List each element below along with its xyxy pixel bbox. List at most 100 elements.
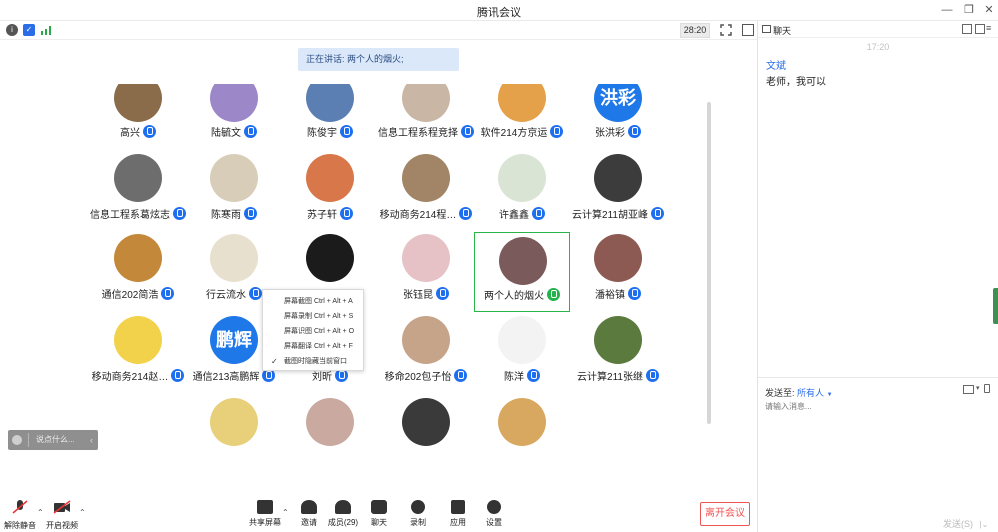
signal-icon[interactable] (41, 25, 53, 35)
participant-name: 陈寒雨 (211, 210, 241, 221)
participant-name: 陈俊宇 (307, 128, 337, 139)
apps-button[interactable]: 应用 (441, 500, 475, 530)
side-handle[interactable] (993, 288, 998, 324)
video-options-chevron-icon[interactable]: ⌃ (79, 508, 86, 517)
avatar (210, 398, 258, 446)
mic-icon (650, 207, 664, 220)
members-icon (335, 500, 351, 514)
chat-compose-area: 发送至: 所有人 ▼ ▾ 发送(S) |⌄ (758, 377, 998, 532)
participant-name-line: 云计算211胡亚峰 (550, 206, 686, 222)
avatar (210, 234, 258, 282)
avatar (210, 84, 258, 122)
mic-icon (628, 287, 641, 300)
folder-chevron-icon[interactable]: ▾ (976, 384, 980, 392)
participant-name: 陆毓文 (211, 128, 241, 139)
gear-icon (487, 500, 501, 514)
participant-name-line: 张洪彩 (550, 124, 686, 140)
avatar: 洪彩 (594, 84, 642, 122)
mic-icon (628, 125, 641, 138)
participant-name: 陈洋 (504, 372, 524, 383)
participant-tile[interactable]: 洪彩 张洪彩 (570, 84, 666, 144)
message-time: 17:20 (866, 42, 890, 52)
avatar (498, 316, 546, 364)
screen-share-icon (257, 500, 273, 514)
folder-icon[interactable] (963, 385, 974, 394)
participant-name: 苏子轩 (307, 210, 337, 221)
avatar (498, 84, 546, 122)
participant-name: 潘裕镇 (595, 290, 625, 301)
mic-icon (532, 207, 545, 220)
status-bar: i ✓ 28:20 (0, 21, 757, 40)
participant-name: 两个人的烟火 (484, 291, 544, 302)
title-bar: 腾讯会议 — ❐ ✕ (0, 0, 998, 21)
invite-button[interactable]: 邀请 (292, 500, 326, 530)
layout-toggle-icon[interactable] (742, 24, 754, 36)
fullscreen-icon[interactable] (720, 24, 732, 36)
camera-off-icon (53, 500, 71, 514)
quick-chat-bar[interactable]: 说点什么... ‹ (8, 430, 98, 450)
more-menu-icon[interactable]: ≡ (986, 23, 991, 33)
avatar: 鹏辉 (210, 316, 258, 364)
participant-tile[interactable] (378, 396, 474, 476)
participant-name: 软件214方京运 (480, 128, 548, 139)
minimize-icon[interactable]: — (940, 2, 954, 18)
participant-tile[interactable]: 云计算211张继 (570, 314, 666, 394)
avatar (114, 84, 162, 122)
speaker-icon[interactable] (984, 384, 990, 393)
close-icon[interactable]: ✕ (982, 2, 996, 18)
grid-scrollbar[interactable] (707, 102, 711, 424)
chat-button[interactable]: 聊天 (362, 500, 396, 530)
record-button[interactable]: 录制 (401, 500, 435, 530)
mic-options-chevron-icon[interactable]: ⌃ (37, 508, 44, 517)
participant-name: 移动商务214程… (379, 210, 457, 221)
avatar (594, 154, 642, 202)
menu-item-screen-ocr[interactable]: 屏幕识图 Ctrl + Alt + O (263, 324, 363, 339)
mic-icon (527, 369, 540, 382)
unmute-button[interactable]: 解除静音 (2, 500, 38, 530)
send-options-icon: |⌄ (979, 520, 989, 529)
send-button[interactable]: 发送(S) |⌄ (943, 517, 988, 530)
emoji-icon[interactable] (12, 435, 22, 445)
collapse-icon[interactable]: ‹ (90, 430, 93, 450)
participant-tile[interactable]: 云计算211胡亚峰 (570, 152, 666, 232)
divider (28, 433, 29, 447)
share-options-chevron-icon[interactable]: ⌃ (282, 508, 289, 517)
leave-meeting-button[interactable]: 离开会议 (700, 502, 750, 526)
settings-button[interactable]: 设置 (477, 500, 511, 530)
send-to-label: 发送至: (765, 388, 795, 398)
start-video-button[interactable]: 开启视频 (44, 500, 80, 530)
avatar (498, 154, 546, 202)
send-to-selector[interactable]: 发送至: 所有人 ▼ (765, 386, 833, 399)
participant-name-line: 云计算211张继 (550, 368, 686, 384)
participant-name: 移动商务214赵… (91, 372, 169, 383)
restore-icon[interactable]: ❐ (962, 2, 976, 18)
shield-icon[interactable]: ✓ (23, 24, 35, 36)
invite-icon (301, 500, 317, 514)
menu-item-screen-translate[interactable]: 屏幕翻译 Ctrl + Alt + F (263, 339, 363, 354)
check-icon: ✓ (271, 357, 278, 366)
chat-input[interactable] (765, 402, 965, 411)
meeting-timer: 28:20 (680, 23, 710, 38)
menu-item-screen-record[interactable]: 屏幕录制 Ctrl + Alt + S (263, 309, 363, 324)
popout-icon[interactable] (962, 24, 972, 34)
message-sender[interactable]: 文斌 (766, 57, 786, 72)
mic-icon (436, 287, 449, 300)
participant-name: 张钰昆 (403, 290, 433, 301)
share-screen-button[interactable]: 共享屏幕 (248, 500, 282, 530)
members-button[interactable]: 成员(29) (326, 500, 360, 530)
info-icon[interactable]: i (6, 24, 18, 36)
mic-icon (143, 125, 156, 138)
participant-tile[interactable] (186, 396, 282, 476)
menu-item-screenshot[interactable]: 屏幕截图 Ctrl + Alt + A (263, 294, 363, 309)
participant-tile[interactable] (474, 396, 570, 476)
mic-icon (244, 207, 257, 220)
participant-tile[interactable]: 潘裕镇 (570, 232, 666, 312)
pin-icon[interactable] (975, 24, 985, 34)
participant-name: 信息工程系葛炫志 (90, 210, 170, 221)
participant-name: 许鑫鑫 (499, 210, 529, 221)
participant-name: 通信202简浩 (101, 290, 159, 301)
menu-item-hide-window[interactable]: ✓ 截图时隐藏当前窗口 (263, 354, 363, 369)
avatar (306, 84, 354, 122)
participant-tile[interactable] (282, 396, 378, 476)
quick-chat-placeholder: 说点什么... (36, 435, 75, 444)
